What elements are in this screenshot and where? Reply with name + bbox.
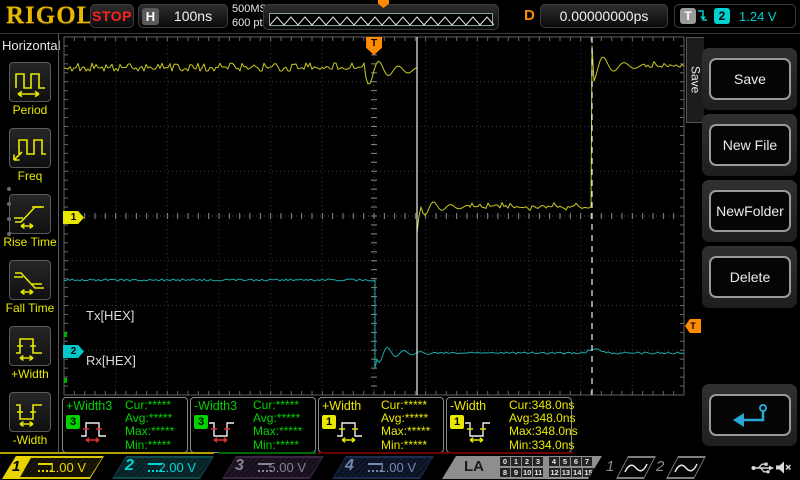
neg-width-icon xyxy=(465,422,490,443)
measurement-cell-pos-width3[interactable]: +Width3 3 Cur:***** Avg:***** Max:***** … xyxy=(62,397,188,453)
status-bar: 1 1.00 V 2 2.00 V 3 5.00 V 4 1.00 V LA 0 xyxy=(0,455,800,480)
measurement-cell-neg-width[interactable]: -Width 1 Cur:348.0ns Avg:348.0ns Max:348… xyxy=(446,397,578,453)
la-digit-grid: 01234567 8 9 10 11 12 13 14 15 xyxy=(500,457,595,479)
sine-wave-icon xyxy=(672,460,700,476)
la-digit: 8 xyxy=(500,468,510,477)
pos-width-icon xyxy=(337,422,362,443)
bus-rx-label: Rx[HEX] xyxy=(86,353,136,368)
la-digit: 10 xyxy=(523,468,532,477)
delete-button[interactable]: Delete xyxy=(709,256,791,298)
la-digit: 7 xyxy=(582,457,592,466)
la-digit: 6 xyxy=(571,457,581,466)
pos-width-icon xyxy=(81,422,106,443)
measurement-cell-neg-width3[interactable]: -Width3 3 Cur:***** Avg:***** Max:***** … xyxy=(190,397,316,453)
bus-tx-label: Tx[HEX] xyxy=(86,308,135,323)
speaker-muted-icon[interactable] xyxy=(774,459,792,476)
la-digit: 5 xyxy=(560,457,570,466)
measure-underline xyxy=(318,452,573,454)
la-digit: 15 xyxy=(584,468,593,477)
return-arrow-icon xyxy=(733,404,767,427)
la-digit: 14 xyxy=(573,468,582,477)
back-button[interactable] xyxy=(709,394,791,436)
measure-underline xyxy=(0,452,214,454)
la-digit: 13 xyxy=(561,468,571,477)
source-1-label: 1 xyxy=(606,458,615,475)
la-digit: 11 xyxy=(534,468,543,477)
usb-icon[interactable] xyxy=(750,460,776,476)
bus-rx-marker xyxy=(64,378,67,383)
source-2-label: 2 xyxy=(656,458,665,475)
oscilloscope-screen: RIGOL STOP H 100ns 500MSa/s 600 pts D 0.… xyxy=(0,0,800,480)
new-folder-button[interactable]: NewFolder xyxy=(709,190,791,232)
channel-1-status[interactable]: 1 1.00 V xyxy=(2,456,104,479)
la-digit: 1 xyxy=(511,457,521,466)
logic-analyzer-status[interactable]: LA 01234567 8 9 10 11 12 13 14 15 xyxy=(442,456,602,479)
source-2-waveform[interactable] xyxy=(666,456,706,479)
la-digit: 9 xyxy=(511,468,521,477)
channel-2-status[interactable]: 2 2.00 V xyxy=(112,456,214,479)
new-file-button[interactable]: New File xyxy=(709,124,791,166)
measure-underline xyxy=(218,452,316,454)
la-digit: 12 xyxy=(550,468,559,477)
source-1-waveform[interactable] xyxy=(616,456,656,479)
la-digit: 2 xyxy=(522,457,532,466)
save-button[interactable]: Save xyxy=(709,58,791,100)
la-digit: 3 xyxy=(533,457,543,466)
bus-tx-marker xyxy=(64,332,67,337)
measurement-cell-pos-width[interactable]: +Width 1 Cur:***** Avg:***** Max:***** M… xyxy=(318,397,444,453)
sine-wave-icon xyxy=(622,460,650,476)
channel-3-status[interactable]: 3 5.00 V xyxy=(222,456,324,479)
channel-4-status[interactable]: 4 1.00 V xyxy=(332,456,434,479)
la-digit: 4 xyxy=(549,457,559,466)
neg-width-icon xyxy=(209,422,234,443)
la-digit: 0 xyxy=(500,457,510,466)
